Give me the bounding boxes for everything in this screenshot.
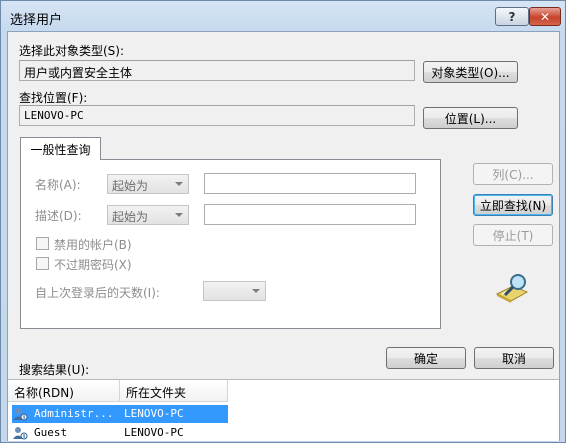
disabled-accounts-label: 禁用的帐户(B) xyxy=(54,238,132,252)
stop-button[interactable]: 停止(T) xyxy=(473,224,553,246)
result-folder: LENOVO-PC xyxy=(124,426,184,439)
days-since-logon-label: 自上次登录后的天数(I): xyxy=(35,286,160,300)
dialog-body: 选择此对象类型(S): 用户或内置安全主体 对象类型(O)... 查找位置(F)… xyxy=(7,31,560,441)
object-type-label: 选择此对象类型(S): xyxy=(19,44,125,58)
days-since-logon-combo[interactable] xyxy=(203,281,266,301)
no-expire-password-label: 不过期密码(X) xyxy=(54,258,132,272)
cancel-button[interactable]: 取消 xyxy=(474,347,554,369)
description-input[interactable] xyxy=(204,204,416,225)
title-bar[interactable]: 选择用户 ? ✕ xyxy=(1,1,565,31)
help-icon: ? xyxy=(508,9,516,24)
user-icon xyxy=(13,427,28,440)
locations-button[interactable]: 位置(L)... xyxy=(423,107,518,129)
chevron-down-icon xyxy=(175,182,183,186)
name-label: 名称(A): xyxy=(35,178,81,192)
tab-common-queries[interactable]: 一般性查询 xyxy=(20,137,101,160)
table-row[interactable]: Guest LENOVO-PC xyxy=(8,424,559,442)
description-label: 描述(D): xyxy=(35,209,82,223)
result-folder: LENOVO-PC xyxy=(120,405,228,423)
user-icon xyxy=(13,408,28,421)
chevron-down-icon xyxy=(252,289,260,293)
column-header-name[interactable]: 名称(RDN) xyxy=(8,380,120,402)
description-match-combo[interactable]: 起始为 xyxy=(107,205,189,225)
close-icon: ✕ xyxy=(539,9,551,24)
object-type-field: 用户或内置安全主体 xyxy=(19,60,415,81)
name-match-combo[interactable]: 起始为 xyxy=(107,174,189,194)
name-match-value: 起始为 xyxy=(112,179,149,193)
ok-button[interactable]: 确定 xyxy=(386,347,466,369)
select-user-dialog: 选择用户 ? ✕ 选择此对象类型(S): 用户或内置安全主体 对象类型(O)..… xyxy=(0,0,566,443)
magnifier-icon xyxy=(495,274,529,303)
chevron-down-icon xyxy=(175,213,183,217)
column-header-folder[interactable]: 所在文件夹 xyxy=(120,380,228,402)
location-field: LENOVO-PC xyxy=(19,105,415,126)
common-queries-panel: 名称(A): 起始为 描述(D): 起始为 禁用的帐户(B) 不过期密码(X) … xyxy=(20,159,441,329)
help-button[interactable]: ? xyxy=(495,7,529,26)
no-expire-password-checkbox[interactable] xyxy=(36,257,49,270)
window-title: 选择用户 xyxy=(10,13,63,28)
description-match-value: 起始为 xyxy=(112,210,149,224)
close-button[interactable]: ✕ xyxy=(529,7,561,26)
find-now-button[interactable]: 立即查找(N) xyxy=(473,194,553,216)
columns-button[interactable]: 列(C)... xyxy=(473,163,553,185)
disabled-accounts-checkbox[interactable] xyxy=(36,237,49,250)
location-label: 查找位置(F): xyxy=(19,91,88,105)
table-row[interactable]: Administr... LENOVO-PC xyxy=(8,405,559,423)
results-label: 搜索结果(U): xyxy=(19,363,90,377)
object-types-button[interactable]: 对象类型(O)... xyxy=(423,61,518,83)
search-results-list[interactable]: 名称(RDN) 所在文件夹 Administr... LENOVO-PC Gue… xyxy=(8,379,559,441)
name-input[interactable] xyxy=(204,173,416,194)
